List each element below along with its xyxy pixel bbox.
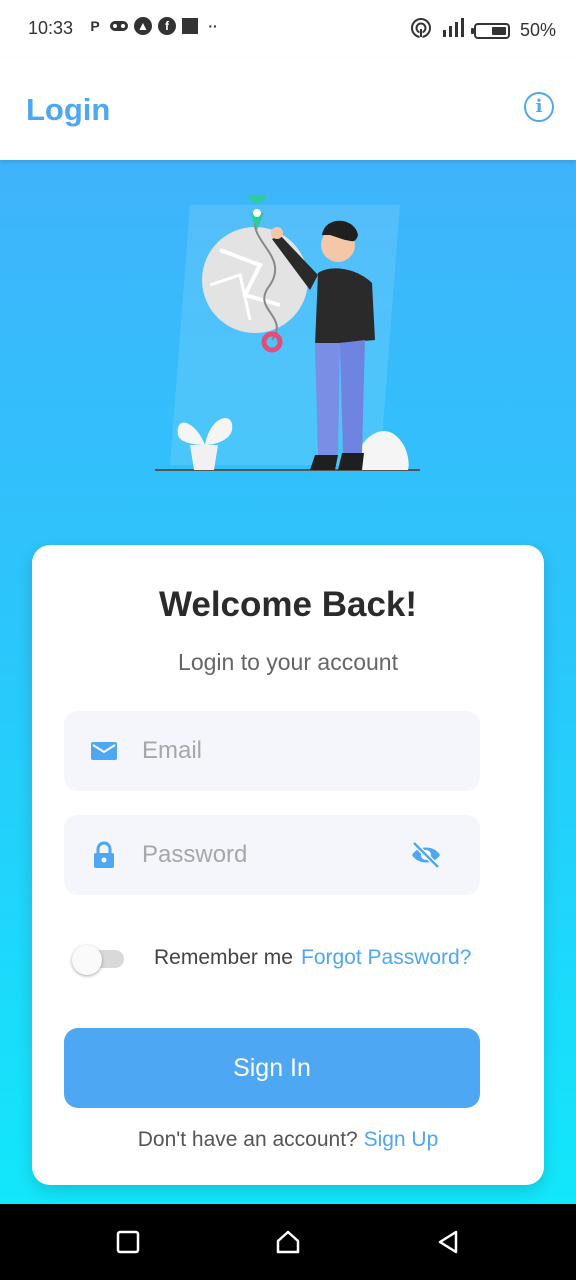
welcome-subtitle: Login to your account [178, 649, 398, 675]
notification-icons: P ▲ f ·· [86, 17, 222, 35]
gamepad-icon [110, 17, 128, 35]
battery-level-fill [491, 26, 506, 35]
facebook-icon: f [158, 17, 176, 35]
signup-prompt: Don't have an account? [137, 1128, 364, 1151]
navigation-bar [0, 1204, 576, 1280]
recents-icon[interactable] [114, 1228, 142, 1256]
email-input[interactable] [142, 711, 402, 791]
welcome-title: Welcome Back! [158, 585, 418, 624]
password-input[interactable] [142, 815, 402, 895]
info-icon[interactable]: i [524, 92, 554, 122]
sign-up-link[interactable]: Sign Up [364, 1128, 439, 1151]
app-bar: Login i [0, 58, 576, 160]
back-icon[interactable] [434, 1228, 462, 1256]
status-time: 10:33 [28, 18, 74, 38]
signup-row: Don't have an account? Sign Up [32, 1128, 544, 1152]
lock-icon [94, 841, 114, 868]
status-bar: 10:33 P ▲ f ·· 50% [0, 0, 576, 58]
home-icon[interactable] [274, 1228, 302, 1256]
sign-in-button[interactable]: Sign In [64, 1028, 480, 1108]
parking-app-icon: P [90, 18, 100, 34]
remember-me-label: Remember me [154, 946, 293, 969]
forgot-password-link[interactable]: Forgot Password? [301, 946, 471, 970]
battery-icon [470, 22, 510, 39]
page-title: Login [26, 92, 111, 127]
email-field[interactable] [64, 711, 480, 791]
toggle-knob [72, 945, 102, 975]
login-illustration [155, 195, 420, 471]
battery-percent: 50% [519, 20, 556, 40]
square-notification-icon [182, 18, 198, 34]
hotspot-icon [410, 17, 432, 44]
mail-icon [91, 742, 117, 760]
more-dots-icon: ·· [208, 18, 218, 34]
eye-off-icon[interactable] [410, 839, 442, 871]
system-status-icons: 50% [410, 17, 556, 44]
login-card: Welcome Back! Login to your account Reme… [32, 545, 544, 1185]
remember-me-toggle[interactable] [72, 945, 124, 975]
password-field[interactable] [64, 815, 480, 895]
signal-icon [442, 18, 464, 43]
triangle-app-icon: ▲ [134, 17, 152, 35]
